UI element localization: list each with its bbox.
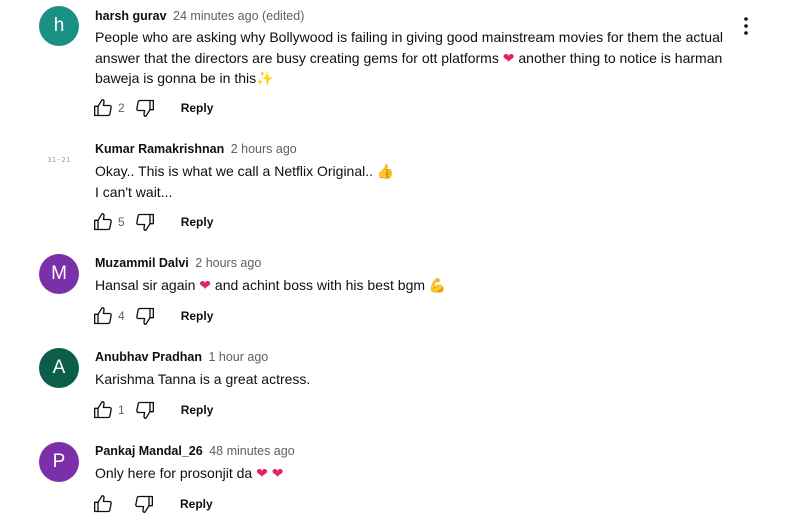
- thumb-down-icon[interactable]: [134, 211, 156, 233]
- heart-emoji: ❤: [502, 49, 515, 66]
- comment-text: Only here for prosonjit da ❤ ❤: [95, 463, 735, 484]
- thumb-down-icon[interactable]: [134, 399, 156, 421]
- comment-header: Anubhav Pradhan 1 hour ago: [95, 349, 268, 365]
- heart-emoji: ❤: [199, 277, 212, 293]
- avatar[interactable]: M: [39, 254, 79, 294]
- heart-emoji: ❤: [256, 465, 268, 481]
- comment-text-part: Hansal sir again: [95, 277, 196, 293]
- avatar[interactable]: h: [39, 6, 79, 46]
- author-name[interactable]: harsh gurav: [95, 9, 167, 23]
- comment-actions: 2 Reply: [92, 96, 213, 120]
- comment-text: Hansal sir again ❤ and achint boss with …: [95, 275, 735, 296]
- thumb-down-icon[interactable]: [134, 97, 156, 119]
- comment-text-part: I can't wait...: [95, 183, 173, 200]
- comment-text: Okay.. This is what we call a Netflix Or…: [95, 161, 735, 202]
- thumb-up-icon[interactable]: [92, 493, 114, 515]
- timestamp[interactable]: 48 minutes ago: [209, 444, 294, 458]
- timestamp[interactable]: 24 minutes ago (edited): [173, 9, 304, 23]
- like-count: 2: [118, 101, 125, 115]
- like-count: 5: [118, 215, 125, 229]
- sparkles-emoji: ✨: [256, 70, 274, 86]
- author-name[interactable]: Kumar Ramakrishnan: [95, 142, 224, 156]
- comment-header: Pankaj Mandal_26 48 minutes ago: [95, 443, 295, 459]
- timestamp[interactable]: 2 hours ago: [231, 142, 297, 156]
- comment-actions: 1 Reply: [92, 398, 213, 422]
- like-count: 1: [118, 403, 125, 417]
- thumb-down-icon[interactable]: [134, 305, 156, 327]
- thumb-up-icon[interactable]: [92, 97, 114, 119]
- author-name[interactable]: Anubhav Pradhan: [95, 350, 202, 364]
- thumb-up-icon[interactable]: [92, 399, 114, 421]
- like-count: 4: [118, 309, 125, 323]
- flexed-biceps-emoji: 💪: [428, 277, 447, 293]
- comment-text-part: and achint boss with his best bgm: [214, 277, 426, 293]
- comment-actions: Reply: [92, 492, 213, 516]
- thumbs-up-emoji: 👍: [376, 163, 395, 179]
- author-name[interactable]: Muzammil Dalvi: [95, 256, 189, 270]
- thumb-down-icon[interactable]: [133, 493, 155, 515]
- thumb-up-icon[interactable]: [92, 305, 114, 327]
- avatar[interactable]: A: [39, 348, 79, 388]
- reply-button[interactable]: Reply: [181, 403, 214, 417]
- comment-actions: 5 Reply: [92, 210, 213, 234]
- comment-header: Kumar Ramakrishnan 2 hours ago: [95, 141, 297, 157]
- timestamp[interactable]: 2 hours ago: [195, 256, 261, 270]
- avatar[interactable]: P: [39, 442, 79, 482]
- reply-button[interactable]: Reply: [181, 101, 214, 115]
- heart-emoji: ❤: [271, 465, 284, 481]
- timestamp[interactable]: 1 hour ago: [208, 350, 268, 364]
- comment-text: Karishma Tanna is a great actress.: [95, 369, 735, 390]
- thumb-up-icon[interactable]: [92, 211, 114, 233]
- comment-text: People who are asking why Bollywood is f…: [95, 27, 735, 89]
- author-name[interactable]: Pankaj Mandal_26: [95, 444, 203, 458]
- comment-text-part: Karishma Tanna is a great actress.: [95, 371, 311, 387]
- reply-button[interactable]: Reply: [181, 309, 214, 323]
- reply-button[interactable]: Reply: [180, 497, 213, 511]
- comment-header: Muzammil Dalvi 2 hours ago: [95, 255, 261, 271]
- comment-actions: 4 Reply: [92, 304, 213, 328]
- comment-text-part: Okay.. This is what we call a Netflix Or…: [95, 163, 374, 179]
- comment-text-part: Only here for prosonjit da: [95, 465, 253, 481]
- comment-header: harsh gurav 24 minutes ago (edited): [95, 8, 304, 24]
- avatar[interactable]: 31-21: [39, 140, 79, 180]
- more-vert-icon[interactable]: [736, 15, 756, 37]
- reply-button[interactable]: Reply: [181, 215, 214, 229]
